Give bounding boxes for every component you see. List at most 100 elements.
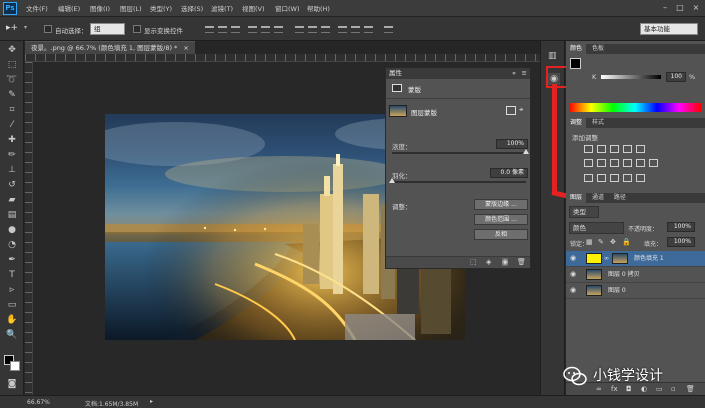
transform-controls-checkbox[interactable] xyxy=(133,25,141,33)
feather-slider-handle[interactable] xyxy=(389,178,395,183)
color-range-button[interactable]: 颜色范围 ... xyxy=(474,214,528,225)
align-bottom-icon[interactable] xyxy=(231,26,240,33)
auto-select-dropdown[interactable]: 组 xyxy=(90,23,125,35)
menu-file[interactable]: 文件(F) xyxy=(26,3,48,13)
eraser-tool-icon[interactable]: ▰ xyxy=(5,195,19,206)
black-white-icon[interactable] xyxy=(610,159,619,167)
color-balance-icon[interactable] xyxy=(597,159,606,167)
menu-window[interactable]: 窗口(W) xyxy=(275,3,300,13)
brightness-icon[interactable] xyxy=(584,145,593,153)
tab-swatches[interactable]: 色板 xyxy=(588,44,608,54)
eye-icon[interactable]: ◉ xyxy=(570,255,578,262)
eye-icon[interactable]: ◉ xyxy=(570,271,578,278)
menu-type[interactable]: 类型(Y) xyxy=(150,3,172,13)
type-tool-icon[interactable]: T xyxy=(5,270,19,281)
foreground-color-chip[interactable] xyxy=(570,58,581,69)
distribute-hcenter-icon[interactable] xyxy=(351,26,360,33)
layer-kind-filter[interactable]: 类型 xyxy=(569,206,599,218)
close-tab-icon[interactable]: × xyxy=(183,44,188,52)
density-slider-track[interactable] xyxy=(392,152,526,154)
vector-mask-icon[interactable]: ⌖ xyxy=(519,105,524,115)
move-tool-icon[interactable]: ▸+ xyxy=(6,23,18,33)
gradient-tool-icon[interactable]: ▤ xyxy=(5,210,19,221)
menu-help[interactable]: 帮助(H) xyxy=(307,3,330,13)
distribute-right-icon[interactable] xyxy=(364,26,373,33)
minimize-icon[interactable]: – xyxy=(658,2,672,14)
lock-position-icon[interactable]: ✥ xyxy=(610,238,616,246)
zoom-level[interactable]: 66.67% xyxy=(27,399,50,406)
new-layer-icon[interactable]: ▫ xyxy=(671,385,676,393)
panel-menu-icon[interactable]: ≡ xyxy=(522,68,527,79)
menu-filter[interactable]: 滤镜(T) xyxy=(211,3,233,13)
tab-adjustments[interactable]: 调整 xyxy=(566,118,587,128)
close-icon[interactable]: × xyxy=(689,2,703,14)
history-brush-tool-icon[interactable]: ↺ xyxy=(5,180,19,191)
exposure-icon[interactable] xyxy=(623,145,632,153)
menu-view[interactable]: 视图(V) xyxy=(242,3,265,13)
brush-tool-icon[interactable]: ✏ xyxy=(5,150,19,161)
density-field[interactable]: 100% xyxy=(496,139,528,149)
delete-layer-icon[interactable]: 🗑 xyxy=(686,385,695,393)
document-tab[interactable]: 夜景。.png @ 66.7% (颜色填充 1, 图层蒙版/8) * × xyxy=(25,41,195,54)
hand-tool-icon[interactable]: ✋ xyxy=(5,315,19,326)
tab-layers[interactable]: 图层 xyxy=(566,193,587,203)
path-select-tool-icon[interactable]: ▹ xyxy=(5,285,19,296)
quick-mask-icon[interactable]: ◙ xyxy=(5,379,19,390)
distribute-vcenter-icon[interactable] xyxy=(308,26,317,33)
lock-all-icon[interactable]: 🔒 xyxy=(622,238,631,246)
eye-icon[interactable]: ◉ xyxy=(570,287,578,294)
k-slider[interactable] xyxy=(601,75,661,79)
lock-transparent-icon[interactable]: ▦ xyxy=(586,238,593,246)
shape-tool-icon[interactable]: ▭ xyxy=(5,300,19,311)
blend-mode-dropdown[interactable]: 颜色 xyxy=(569,222,624,234)
load-selection-icon[interactable]: ⬚ xyxy=(470,258,477,266)
align-left-icon[interactable] xyxy=(248,26,257,33)
fill-field[interactable]: 100% xyxy=(667,237,695,247)
pen-tool-icon[interactable]: ✒ xyxy=(5,255,19,266)
history-panel-icon[interactable]: ▥ xyxy=(548,51,557,61)
feather-slider-track[interactable] xyxy=(392,181,526,183)
dodge-tool-icon[interactable]: ◔ xyxy=(5,240,19,251)
align-right-icon[interactable] xyxy=(274,26,283,33)
hue-saturation-icon[interactable] xyxy=(584,159,593,167)
lasso-tool-icon[interactable]: ➰ xyxy=(5,75,19,86)
photo-filter-icon[interactable] xyxy=(623,159,632,167)
menu-select[interactable]: 选择(S) xyxy=(181,3,203,13)
lock-image-icon[interactable]: ✎ xyxy=(598,238,604,246)
gradient-map-icon[interactable] xyxy=(623,174,632,182)
k-field[interactable]: 100 xyxy=(666,72,686,82)
opacity-field[interactable]: 100% xyxy=(667,222,695,232)
density-slider-handle[interactable] xyxy=(523,149,529,154)
maximize-icon[interactable]: □ xyxy=(673,2,687,14)
color-lookup-icon[interactable] xyxy=(649,159,658,167)
visibility-icon[interactable]: ◉ xyxy=(502,258,509,266)
move-tool-icon[interactable]: ✥ xyxy=(5,45,19,56)
layer-row[interactable]: ◉ ∞ 颜色填充 1 xyxy=(566,251,705,267)
background-color-swatch[interactable] xyxy=(10,361,20,371)
align-vcenter-icon[interactable] xyxy=(218,26,227,33)
tab-styles[interactable]: 样式 xyxy=(588,118,608,128)
posterize-icon[interactable] xyxy=(597,174,606,182)
crop-tool-icon[interactable]: ⌗ xyxy=(5,105,19,116)
distribute-left-icon[interactable] xyxy=(338,26,347,33)
tab-channels[interactable]: 通道 xyxy=(588,193,608,203)
align-hcenter-icon[interactable] xyxy=(261,26,270,33)
tab-paths[interactable]: 路径 xyxy=(610,193,630,203)
collapse-icon[interactable]: « xyxy=(512,68,516,79)
distribute-bottom-icon[interactable] xyxy=(321,26,330,33)
status-menu-icon[interactable]: ▸ xyxy=(150,398,153,405)
stamp-tool-icon[interactable]: ⊥ xyxy=(5,165,19,176)
blur-tool-icon[interactable]: ● xyxy=(5,225,19,236)
menu-edit[interactable]: 编辑(E) xyxy=(58,3,80,13)
threshold-icon[interactable] xyxy=(610,174,619,182)
color-spectrum[interactable] xyxy=(569,103,701,112)
chevron-down-icon[interactable]: ▾ xyxy=(24,24,27,31)
zoom-tool-icon[interactable]: 🔍 xyxy=(5,330,19,341)
levels-icon[interactable] xyxy=(597,145,606,153)
distribute-top-icon[interactable] xyxy=(295,26,304,33)
invert-adjust-icon[interactable] xyxy=(584,174,593,182)
workspace-dropdown[interactable]: 基本功能 xyxy=(640,23,698,35)
invert-button[interactable]: 反相 xyxy=(474,229,528,240)
align-top-icon[interactable] xyxy=(205,26,214,33)
vibrance-icon[interactable] xyxy=(636,145,645,153)
